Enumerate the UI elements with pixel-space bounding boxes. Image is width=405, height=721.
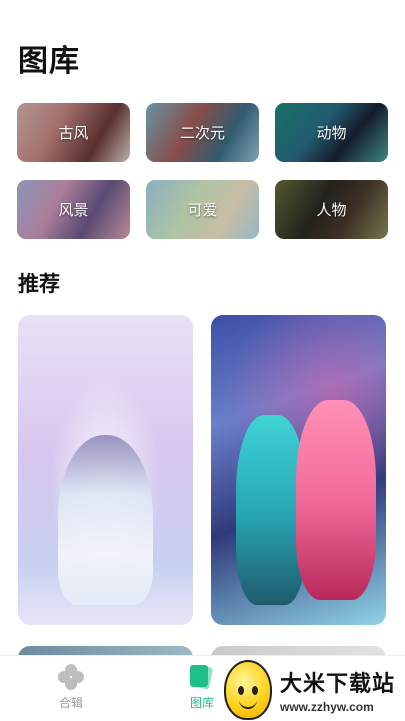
- category-tile-animals[interactable]: 动物: [275, 103, 388, 162]
- category-tile-anime[interactable]: 二次元: [146, 103, 259, 162]
- watermark-title: 大米下载站: [280, 672, 396, 697]
- gallery-icon: [189, 664, 215, 690]
- tab-label: 图库: [189, 696, 214, 710]
- recommend-card-anime-idols[interactable]: [211, 315, 386, 625]
- watermark-url: www.zzhyw.com: [280, 700, 374, 714]
- recommend-card-wedding-dress[interactable]: [18, 315, 193, 625]
- category-label: 风景: [58, 201, 89, 219]
- card-image: [58, 435, 153, 605]
- category-tile-scenery[interactable]: 风景: [17, 180, 130, 239]
- clover-icon: [58, 664, 84, 690]
- section-title-recommend: 推荐: [18, 272, 60, 296]
- category-label: 二次元: [179, 124, 225, 142]
- page-title: 图库: [18, 44, 80, 79]
- egg-mascot-icon: [224, 660, 272, 720]
- category-label: 动物: [316, 124, 347, 142]
- tab-label: 合辑: [58, 696, 83, 710]
- category-label: 人物: [316, 201, 347, 219]
- category-tile-people[interactable]: 人物: [275, 180, 388, 239]
- category-tile-gufeng[interactable]: 古风: [17, 103, 130, 162]
- category-grid: 古风 二次元 动物 风景 可爱 人物: [17, 103, 388, 239]
- category-tile-cute[interactable]: 可爱: [146, 180, 259, 239]
- watermark-logo: 大米下载站 www.zzhyw.com: [224, 660, 402, 720]
- card-image: [296, 400, 376, 600]
- category-label: 古风: [58, 124, 89, 142]
- tab-collections[interactable]: 合辑: [31, 664, 111, 711]
- category-label: 可爱: [187, 201, 218, 219]
